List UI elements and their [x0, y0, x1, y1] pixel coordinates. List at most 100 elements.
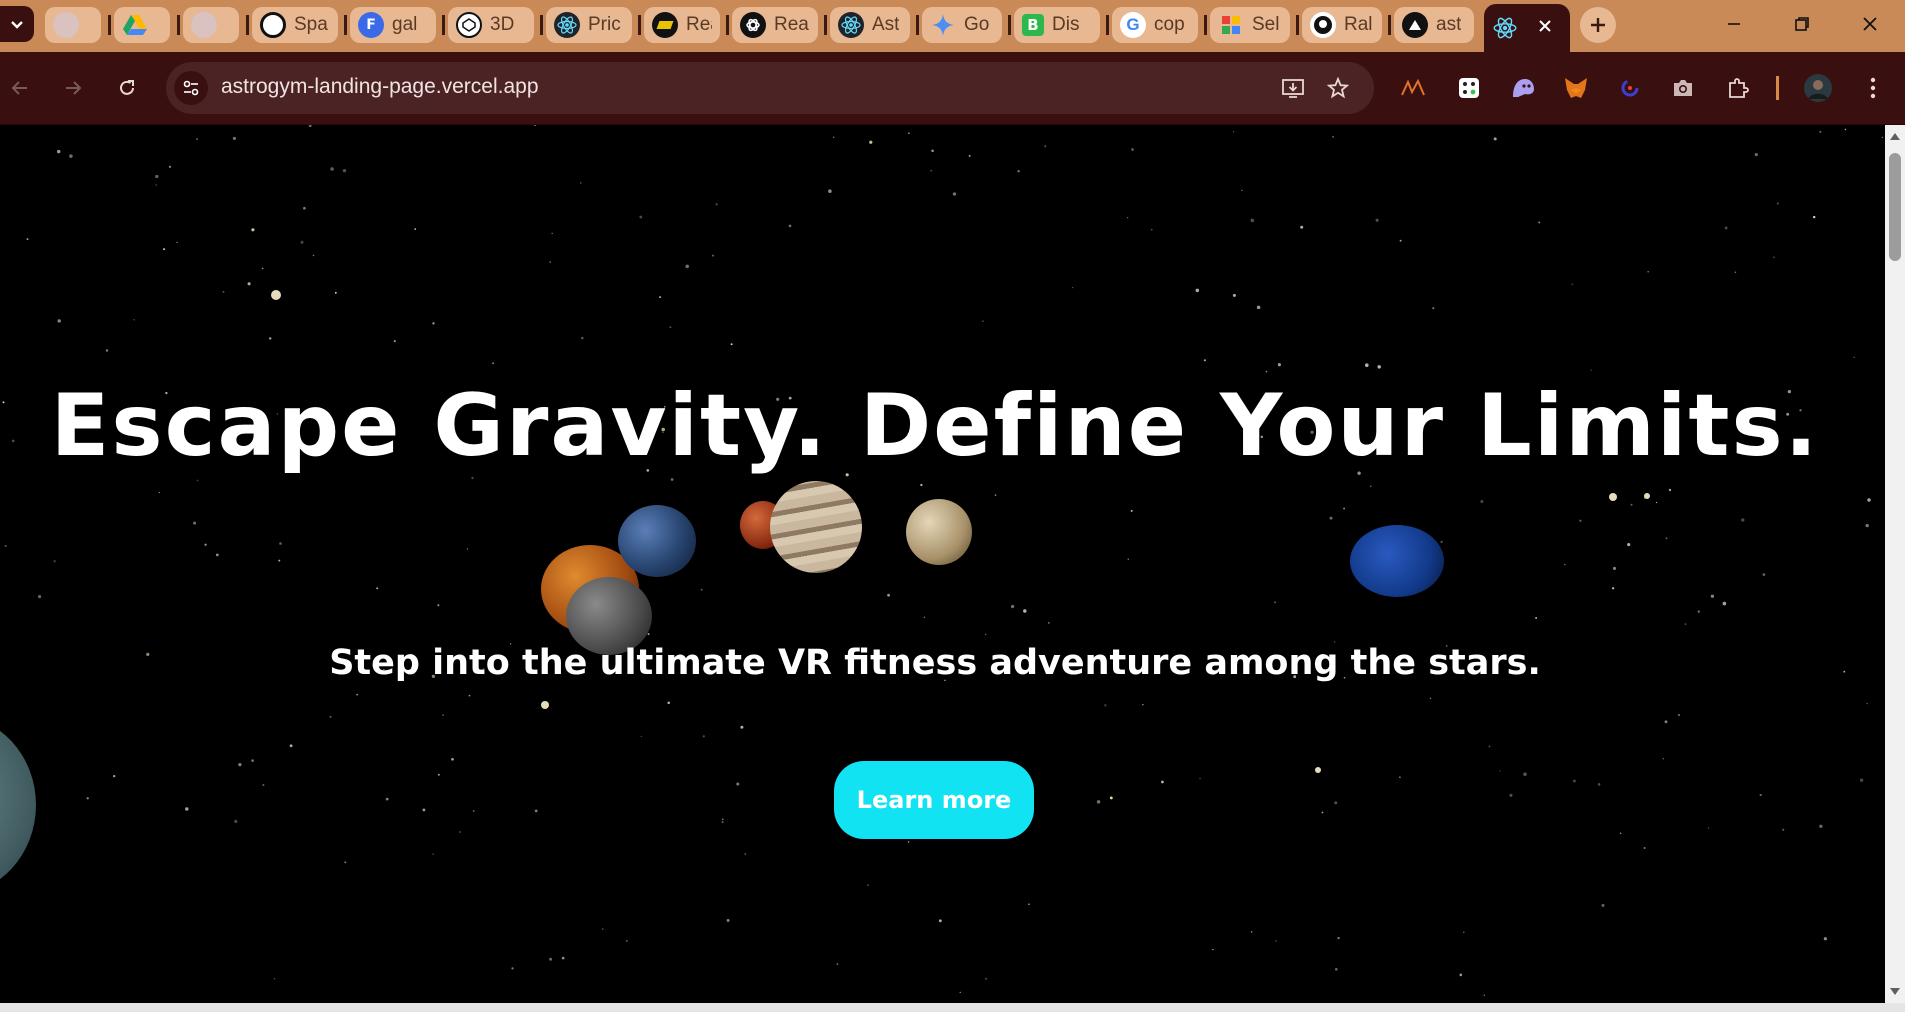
extension-dice-icon[interactable] [1453, 72, 1485, 104]
star [1664, 720, 1668, 724]
star [4, 544, 7, 548]
tab-1[interactable] [45, 7, 101, 43]
star [232, 136, 236, 140]
extension-wave-icon[interactable] [1397, 72, 1429, 104]
tab-6[interactable]: 3D [448, 7, 534, 43]
star [669, 326, 672, 329]
star [1480, 500, 1484, 503]
bright-star [1315, 767, 1321, 773]
star [1655, 501, 1658, 504]
learn-more-button[interactable]: Learn more [834, 761, 1034, 839]
star [869, 140, 873, 144]
star [985, 977, 988, 980]
scrollbar[interactable] [1885, 125, 1905, 1003]
url-text[interactable]: astrogym-landing-page.vercel.app [221, 75, 539, 99]
bookmark-button[interactable] [1324, 74, 1352, 102]
scrollbar-thumb[interactable] [1889, 153, 1901, 261]
scroll-up-icon[interactable] [1889, 131, 1901, 143]
scroll-down-icon[interactable] [1889, 985, 1901, 997]
planet-neptune [1350, 525, 1444, 597]
back-button[interactable] [2, 70, 38, 106]
profile-avatar[interactable] [1802, 72, 1834, 104]
extension-ghost-icon[interactable] [1507, 72, 1539, 104]
tab-strip: Spa Fgal 3D Pric Rea Rea Ast Go BDis Gco… [0, 0, 1905, 52]
star [1463, 931, 1465, 933]
star [57, 319, 61, 323]
vercel-icon [1402, 12, 1428, 38]
close-tab-button[interactable] [1532, 13, 1558, 39]
restore-icon [1795, 17, 1809, 31]
star [393, 340, 396, 343]
tab-2[interactable] [114, 7, 170, 43]
tab-search-button[interactable] [0, 6, 34, 42]
bright-star [271, 290, 281, 300]
tab-4[interactable]: Spa [252, 7, 338, 43]
tab-3[interactable] [183, 7, 239, 43]
star [1741, 518, 1745, 522]
star-icon [1327, 77, 1349, 99]
tab-15[interactable]: Ral [1302, 7, 1382, 43]
star [1759, 794, 1762, 797]
star [459, 831, 461, 833]
star [1023, 609, 1027, 613]
restore-button[interactable] [1774, 6, 1830, 42]
star [744, 853, 747, 855]
star [647, 633, 650, 636]
tab-16[interactable]: ast [1394, 7, 1474, 43]
star [1337, 936, 1340, 940]
star [640, 735, 642, 738]
google-icon: G [1120, 12, 1146, 38]
tab-14[interactable]: Sel [1210, 7, 1290, 43]
reload-button[interactable] [109, 70, 145, 106]
star [700, 588, 703, 591]
star [1619, 832, 1622, 835]
star [1142, 703, 1144, 706]
star [1241, 189, 1243, 191]
star [1126, 217, 1129, 219]
install-app-button[interactable] [1279, 74, 1307, 102]
extension-swirl-icon[interactable] [1614, 72, 1646, 104]
close-window-button[interactable] [1842, 6, 1898, 42]
menu-button[interactable] [1857, 72, 1889, 104]
star [1300, 225, 1304, 229]
tab-5[interactable]: Fgal [350, 7, 436, 43]
metamask-icon[interactable] [1560, 72, 1592, 104]
star [1321, 811, 1324, 814]
star [549, 261, 551, 263]
tab-13[interactable]: Gcop [1112, 7, 1198, 43]
star [581, 336, 584, 340]
star [685, 264, 689, 269]
star [1677, 713, 1681, 717]
star [907, 841, 910, 843]
star [1127, 558, 1130, 560]
address-bar[interactable]: astrogym-landing-page.vercel.app [166, 62, 1374, 114]
tab-11[interactable]: Go [922, 7, 1002, 43]
tab-10[interactable]: Ast [830, 7, 910, 43]
star [86, 797, 89, 800]
star [1232, 293, 1236, 297]
star [1571, 283, 1574, 286]
tab-8[interactable]: Rea [644, 7, 720, 43]
tab-9[interactable]: Rea [732, 7, 818, 43]
extensions-puzzle-icon[interactable] [1722, 72, 1754, 104]
tab-12[interactable]: B Dis [1014, 7, 1100, 43]
star [1375, 218, 1379, 222]
star [1343, 507, 1346, 510]
apps-icon [1218, 12, 1244, 38]
arrow-left-icon [11, 81, 27, 95]
new-tab-button[interactable] [1580, 7, 1616, 43]
forward-button[interactable] [55, 70, 91, 106]
site-info-button[interactable] [174, 71, 208, 105]
star [238, 762, 242, 767]
star [329, 715, 332, 718]
star [1866, 702, 1868, 705]
star [1044, 145, 1047, 148]
bright-star [1609, 493, 1617, 501]
tab-7[interactable]: Pric [546, 7, 632, 43]
star [1334, 801, 1338, 805]
star [262, 783, 265, 787]
minimize-button[interactable] [1706, 6, 1762, 42]
star [1859, 778, 1864, 782]
star [234, 819, 238, 824]
camera-icon[interactable] [1667, 72, 1699, 104]
